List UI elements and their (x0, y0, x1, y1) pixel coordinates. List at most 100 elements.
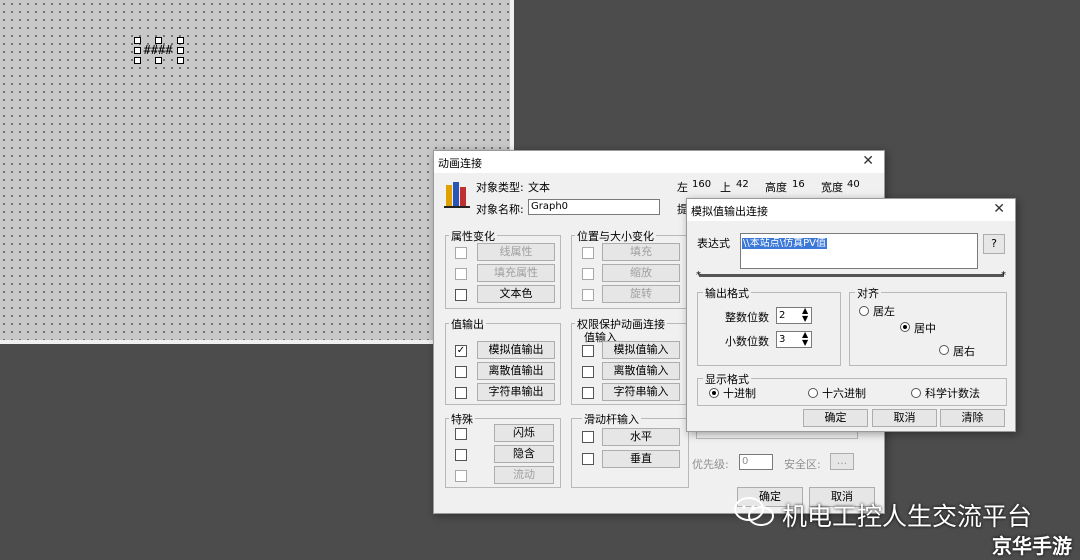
string-input-button[interactable]: 字符串输入 (602, 383, 680, 401)
discrete-output-button[interactable]: 离散值输出 (477, 362, 555, 380)
horizontal-checkbox[interactable] (582, 431, 594, 443)
discrete-input-checkbox[interactable] (582, 366, 594, 378)
close-icon[interactable]: ✕ (862, 153, 874, 169)
horizontal-button[interactable]: 水平 (602, 428, 680, 446)
clear-button[interactable]: 清除 (940, 409, 1005, 427)
sci-label: 科学计数法 (925, 387, 980, 400)
object-name-label: 对象名称: (476, 203, 524, 216)
expression-field[interactable]: \\本站点\仿真PV值 (740, 233, 978, 269)
site-watermark: 京华手游 (992, 534, 1072, 558)
animation-link-titlebar: 动画连接 ✕ (434, 151, 884, 173)
left-label: 左 (677, 181, 688, 194)
selection-handle[interactable] (177, 57, 184, 64)
object-name-field[interactable]: Graph0 (528, 199, 660, 215)
decimal-radio[interactable] (709, 388, 719, 398)
string-input-checkbox[interactable] (582, 387, 594, 399)
left-value: 160 (692, 179, 712, 190)
analog-output-button[interactable]: 模拟值输出 (477, 341, 555, 359)
priority-field[interactable]: 0 (739, 454, 773, 470)
align-right-radio[interactable] (939, 345, 949, 355)
top-label: 上 (720, 181, 731, 194)
cancel-button[interactable]: 取消 (872, 409, 937, 427)
analog-output-titlebar: 模拟值输出连接 ✕ (687, 199, 1015, 221)
rotate-checkbox[interactable] (582, 289, 594, 301)
hex-radio[interactable] (808, 388, 818, 398)
vertical-checkbox[interactable] (582, 453, 594, 465)
top-value: 42 (736, 179, 749, 190)
help-button[interactable]: ? (983, 234, 1005, 254)
sci-radio[interactable] (911, 388, 921, 398)
spin-arrows-icon[interactable]: ▲ ▼ (802, 331, 808, 347)
group-label: 输出格式 (703, 285, 751, 301)
vertical-button[interactable]: 垂直 (602, 450, 680, 468)
text-color-button[interactable]: 文本色 (477, 285, 555, 303)
string-output-checkbox[interactable] (455, 387, 467, 399)
selection-handle[interactable] (155, 57, 162, 64)
flash-checkbox[interactable] (455, 428, 467, 440)
fill-attr-button[interactable]: 填充属性 (477, 264, 555, 282)
fill-attr-checkbox[interactable] (455, 268, 467, 280)
decimal-label: 十进制 (723, 387, 756, 400)
group-label: 滑动杆输入 (582, 411, 641, 427)
expression-label: 表达式 (697, 237, 730, 250)
scale-checkbox[interactable] (582, 268, 594, 280)
integer-digits-label: 整数位数 (725, 311, 769, 324)
selection-handle[interactable] (134, 47, 141, 54)
security-zone-button[interactable]: ... (830, 453, 854, 470)
align-right-label: 居右 (953, 345, 975, 358)
separator (699, 274, 1004, 277)
fill-button[interactable]: 填充 (602, 243, 680, 261)
object-type-label: 对象类型: (476, 181, 524, 194)
group-label: 属性变化 (449, 228, 497, 244)
decimal-digits-label: 小数位数 (725, 335, 769, 348)
discrete-input-button[interactable]: 离散值输入 (602, 362, 680, 380)
analog-output-dialog: 模拟值输出连接 ✕ 表达式 \\本站点\仿真PV值 ? * * 输出格式 整数位… (686, 198, 1016, 432)
flow-button[interactable]: 流动 (494, 466, 554, 484)
selection-handle[interactable] (134, 57, 141, 64)
height-value: 16 (792, 179, 805, 190)
align-center-radio[interactable] (900, 322, 910, 332)
dialog-title: 动画连接 (438, 157, 482, 170)
ok-button[interactable]: 确定 (803, 409, 868, 427)
analog-input-button[interactable]: 模拟值输入 (602, 341, 680, 359)
group-label: 对齐 (855, 285, 881, 301)
analog-output-checkbox[interactable]: ✓ (455, 345, 467, 357)
wechat-icon (734, 497, 774, 526)
spin-arrows-icon[interactable]: ▲ ▼ (802, 307, 808, 323)
expression-value: \\本站点\仿真PV值 (742, 238, 827, 249)
hex-label: 十六进制 (822, 387, 866, 400)
height-label: 高度 (765, 181, 787, 194)
books-icon (444, 182, 470, 208)
flash-button[interactable]: 闪烁 (494, 424, 554, 442)
hide-checkbox[interactable] (455, 449, 467, 461)
string-output-button[interactable]: 字符串输出 (477, 383, 555, 401)
line-attr-button[interactable]: 线属性 (477, 243, 555, 261)
output-format-group (697, 292, 841, 366)
rotate-button[interactable]: 旋转 (602, 285, 680, 303)
analog-input-checkbox[interactable] (582, 345, 594, 357)
fill-checkbox[interactable] (582, 247, 594, 259)
discrete-output-checkbox[interactable] (455, 366, 467, 378)
align-center-label: 居中 (914, 322, 936, 335)
star-icon: * (696, 270, 701, 281)
selection-handle[interactable] (134, 37, 141, 44)
channel-watermark: 机电工控人生交流平台 (782, 502, 1033, 531)
scale-button[interactable]: 缩放 (602, 264, 680, 282)
hide-button[interactable]: 隐含 (494, 445, 554, 463)
object-type-value: 文本 (528, 181, 550, 194)
close-icon[interactable]: ✕ (993, 201, 1005, 217)
text-color-checkbox[interactable] (455, 289, 467, 301)
flow-checkbox[interactable] (455, 470, 467, 482)
align-left-label: 居左 (873, 305, 895, 318)
width-value: 40 (847, 179, 860, 190)
width-label: 宽度 (821, 181, 843, 194)
align-left-radio[interactable] (859, 306, 869, 316)
security-label: 安全区: (784, 458, 821, 471)
selection-handle[interactable] (177, 37, 184, 44)
line-attr-checkbox[interactable] (455, 247, 467, 259)
group-label: 位置与大小变化 (575, 228, 656, 244)
group-label: 值输出 (449, 316, 486, 332)
priority-label: 优先级: (692, 458, 729, 471)
selection-handle[interactable] (155, 37, 162, 44)
selection-handle[interactable] (177, 47, 184, 54)
